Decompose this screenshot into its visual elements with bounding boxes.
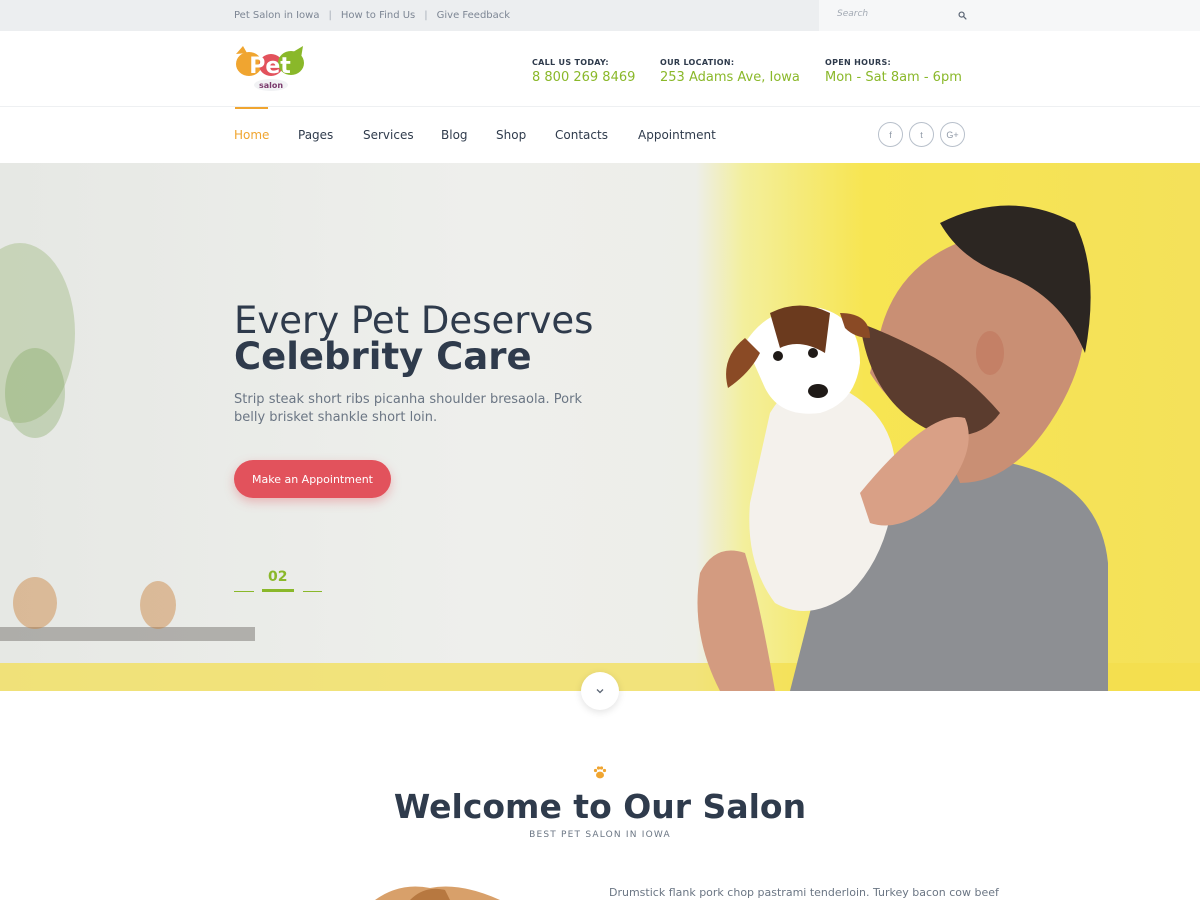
call-phone[interactable]: 8 800 269 8469 [532, 70, 635, 85]
hours-label: OPEN HOURS: [825, 58, 892, 67]
location-label: OUR LOCATION: [660, 58, 735, 67]
slider-line-right[interactable] [303, 591, 322, 592]
top-links: Pet Salon in Iowa | How to Find Us | Giv… [234, 10, 510, 21]
top-link-separator: | [424, 10, 428, 21]
nav-item-services[interactable]: Services [363, 128, 414, 142]
nav-item-home[interactable]: Home [234, 128, 269, 142]
slide-number: 02 [268, 569, 288, 585]
search-box [819, 0, 1200, 31]
nav-item-shop[interactable]: Shop [496, 128, 526, 142]
call-info: CALL US TODAY: 8 800 269 8469 [532, 58, 635, 85]
search-icon[interactable] [958, 11, 967, 20]
top-bar: Pet Salon in Iowa | How to Find Us | Giv… [0, 0, 1200, 31]
hero-title-line2: Celebrity Care [234, 335, 532, 378]
google-plus-icon[interactable]: G+ [940, 122, 965, 147]
welcome-text: Drumstick flank pork chop pastrami tende… [609, 886, 999, 899]
scroll-down-button[interactable] [581, 672, 619, 710]
top-link-find-us[interactable]: How to Find Us [341, 10, 415, 21]
slider-line-left [234, 591, 254, 592]
hours-value: Mon - Sat 8am - 6pm [825, 70, 962, 85]
slider-active-indicator [262, 589, 294, 592]
hours-info: OPEN HOURS: Mon - Sat 8am - 6pm [825, 58, 962, 85]
logo[interactable]: Pet salon [233, 44, 309, 94]
pet-image-thumbnail [375, 886, 500, 900]
make-appointment-button[interactable]: Make an Appointment [234, 460, 391, 498]
hero-image [0, 205, 1200, 691]
call-label: CALL US TODAY: [532, 58, 609, 67]
location-info: OUR LOCATION: 253 Adams Ave, Iowa [660, 58, 800, 85]
site-header: Pet salon CALL US TODAY: 8 800 269 8469 … [0, 31, 1200, 107]
nav-item-contacts[interactable]: Contacts [555, 128, 608, 142]
logo-subtext: salon [259, 81, 283, 90]
nav-item-pages[interactable]: Pages [298, 128, 333, 142]
top-link-separator: | [328, 10, 332, 21]
nav-active-indicator [235, 107, 268, 109]
top-link-salon[interactable]: Pet Salon in Iowa [234, 10, 319, 21]
twitter-icon[interactable]: t [909, 122, 934, 147]
hero-description: Strip steak short ribs picanha shoulder … [234, 392, 582, 425]
logo-text: Pet [249, 54, 291, 79]
nav-item-blog[interactable]: Blog [441, 128, 468, 142]
chevron-down-icon [596, 689, 604, 694]
location-address: 253 Adams Ave, Iowa [660, 70, 800, 85]
top-link-feedback[interactable]: Give Feedback [437, 10, 510, 21]
search-input[interactable] [837, 9, 957, 19]
nav-item-appointment[interactable]: Appointment [638, 128, 716, 142]
main-nav: Home Pages Services Blog Shop Contacts A… [0, 107, 1200, 163]
welcome-subtitle: BEST PET SALON IN IOWA [529, 830, 671, 840]
facebook-icon[interactable]: f [878, 122, 903, 147]
paw-icon [593, 766, 607, 779]
hero-banner: Every Pet Deserves Celebrity Care Strip … [0, 163, 1200, 691]
welcome-title: Welcome to Our Salon [393, 787, 807, 826]
